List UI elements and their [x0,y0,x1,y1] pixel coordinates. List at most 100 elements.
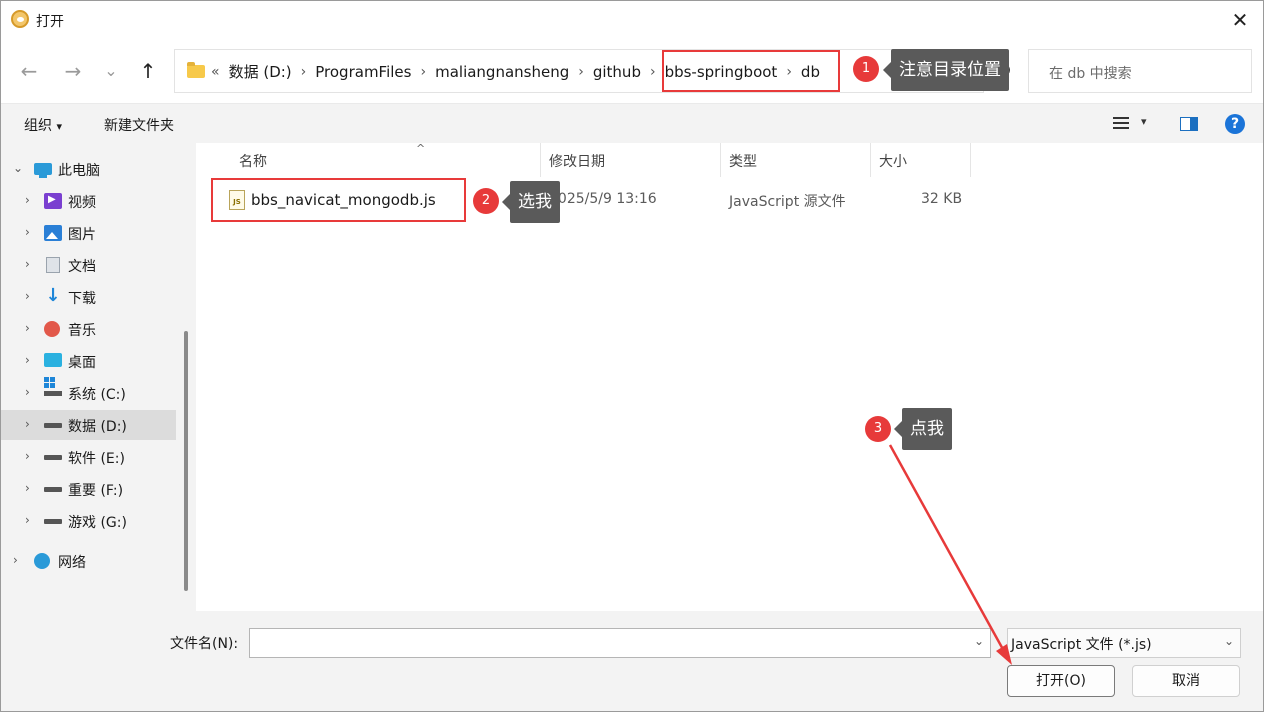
documents-icon [46,257,60,273]
sidebar-item-label: 下载 [68,291,96,307]
sidebar-item-drive-f[interactable]: › 重要 (F:) [1,474,176,504]
chevron-right-icon[interactable]: › [25,321,30,335]
column-label: 名称 [239,154,267,170]
cancel-button[interactable]: 取消 [1132,665,1240,697]
sidebar-item-drive-c[interactable]: › 系统 (C:) [1,378,176,408]
app-icon [11,10,29,28]
step-badge-3: 3 [865,416,891,442]
sidebar-item-drive-g[interactable]: › 游戏 (G:) [1,506,176,536]
file-modified: 2025/5/9 13:16 [549,191,657,207]
chevron-right-icon[interactable]: › [25,481,30,495]
sidebar-item-label: 软件 (E:) [68,451,125,467]
sidebar-item-drive-d[interactable]: › 数据 (D:) [1,410,176,440]
column-header-name[interactable]: 名称 ^ [231,142,541,177]
drive-icon [44,519,62,524]
chevron-down-icon[interactable]: ⌄ [974,634,984,648]
sidebar-item-desktop[interactable]: › 桌面 [1,346,176,376]
column-header-size[interactable]: 大小 [871,143,971,177]
drive-icon [44,487,62,492]
chevron-right-icon[interactable]: › [420,64,426,80]
command-toolbar: 组织 ▾ 新建文件夹 ▾ ? [1,103,1263,143]
view-options-icon[interactable] [1113,117,1129,131]
chevron-down-icon: ⌄ [1223,634,1234,648]
preview-pane-icon[interactable] [1180,117,1198,131]
column-label: 大小 [879,154,907,170]
chevron-right-icon[interactable]: › [25,513,30,527]
sidebar-item-label: 图片 [68,227,96,243]
forward-button[interactable]: → [61,59,85,83]
sidebar-item-videos[interactable]: › 视频 [1,186,176,216]
sidebar-item-label: 重要 (F:) [68,483,124,499]
drive-icon [44,423,62,428]
sidebar-item-pictures[interactable]: › 图片 [1,218,176,248]
sidebar-item-label: 音乐 [68,323,96,339]
breadcrumb-item-github[interactable]: github [593,63,641,81]
file-type-select[interactable]: JavaScript 文件 (*.js) ⌄ [1007,628,1241,658]
chevron-right-icon[interactable]: › [25,225,30,239]
column-header-type[interactable]: 类型 [721,143,871,177]
chevron-right-icon[interactable]: › [25,385,30,399]
organize-label: 组织 [24,118,52,134]
folder-icon [187,62,205,78]
caret-down-icon[interactable]: ▾ [1141,115,1147,128]
sidebar-item-label: 系统 (C:) [68,387,126,403]
help-icon[interactable]: ? [1225,114,1245,134]
dialog-footer: 文件名(N): ⌄ JavaScript 文件 (*.js) ⌄ 打开(O) 取… [1,611,1263,711]
desktop-icon [44,353,62,367]
network-icon [34,553,50,569]
chevron-right-icon[interactable]: › [25,257,30,271]
drive-icon [44,455,62,460]
sidebar-item-music[interactable]: › 音乐 [1,314,176,344]
open-button[interactable]: 打开(O) [1007,665,1115,697]
file-size: 32 KB [921,191,963,207]
sidebar-item-label: 数据 (D:) [68,419,127,435]
downloads-icon: ↓ [45,285,61,306]
sidebar-item-network[interactable]: › 网络 [1,546,176,576]
column-header-modified[interactable]: 修改日期 [541,143,721,177]
chevron-right-icon[interactable]: › [650,64,656,80]
breadcrumb-item-d-drive[interactable]: 数据 (D:) [229,61,292,82]
overflow-chevron-icon[interactable]: « [211,64,220,80]
open-file-dialog: 打开 ✕ ← → ⌄ ↑ « 数据 (D:) › ProgramFiles › … [0,0,1264,712]
recent-locations-button[interactable]: ⌄ [99,59,123,83]
dialog-title: 打开 [36,14,64,30]
sidebar-item-downloads[interactable]: › ↓ 下载 [1,282,176,312]
chevron-right-icon[interactable]: › [578,64,584,80]
file-type-value: JavaScript 文件 (*.js) [1011,637,1152,653]
chevron-right-icon[interactable]: › [25,353,30,367]
close-button[interactable]: ✕ [1227,7,1253,33]
breadcrumb-item-maliangnansheng[interactable]: maliangnansheng [435,63,569,81]
step-badge-2: 2 [473,188,499,214]
filename-input[interactable]: ⌄ [249,628,991,658]
navigation-pane: ⌄ 此电脑 › 视频 › 图片 › 文档 › ↓ 下载 › 音乐 [1,143,196,611]
chevron-right-icon[interactable]: › [25,193,30,207]
sidebar-item-drive-e[interactable]: › 软件 (E:) [1,442,176,472]
new-folder-button[interactable]: 新建文件夹 [104,115,174,135]
breadcrumb-item-programfiles[interactable]: ProgramFiles [315,63,411,81]
highlight-file [211,178,466,222]
chevron-right-icon[interactable]: › [25,417,30,431]
search-input[interactable]: 在 db 中搜索 [1028,49,1252,93]
search-placeholder: 在 db 中搜索 [1049,66,1132,82]
chevron-right-icon[interactable]: › [13,553,18,567]
callout-select-me: 选我 [502,181,560,223]
organize-button[interactable]: 组织 ▾ [24,115,62,135]
column-label: 修改日期 [549,154,605,170]
navigation-bar: ← → ⌄ ↑ « 数据 (D:) › ProgramFiles › malia… [1,39,1263,103]
filename-label: 文件名(N): [170,636,239,652]
file-type: JavaScript 源文件 [729,194,846,210]
chevron-right-icon[interactable]: › [25,449,30,463]
column-label: 类型 [729,154,757,170]
chevron-right-icon[interactable]: › [301,64,307,80]
back-button[interactable]: ← [17,59,41,83]
sidebar-item-documents[interactable]: › 文档 [1,250,176,280]
chevron-right-icon[interactable]: › [25,289,30,303]
pictures-icon [44,225,62,241]
sidebar-item-label: 游戏 (G:) [68,515,127,531]
up-button[interactable]: ↑ [136,59,160,83]
chevron-down-icon[interactable]: ⌄ [13,161,23,175]
sidebar-scrollbar[interactable] [184,331,188,591]
sidebar-item-label: 视频 [68,195,96,211]
drive-icon [44,383,62,396]
sidebar-item-this-pc[interactable]: ⌄ 此电脑 [1,154,176,184]
